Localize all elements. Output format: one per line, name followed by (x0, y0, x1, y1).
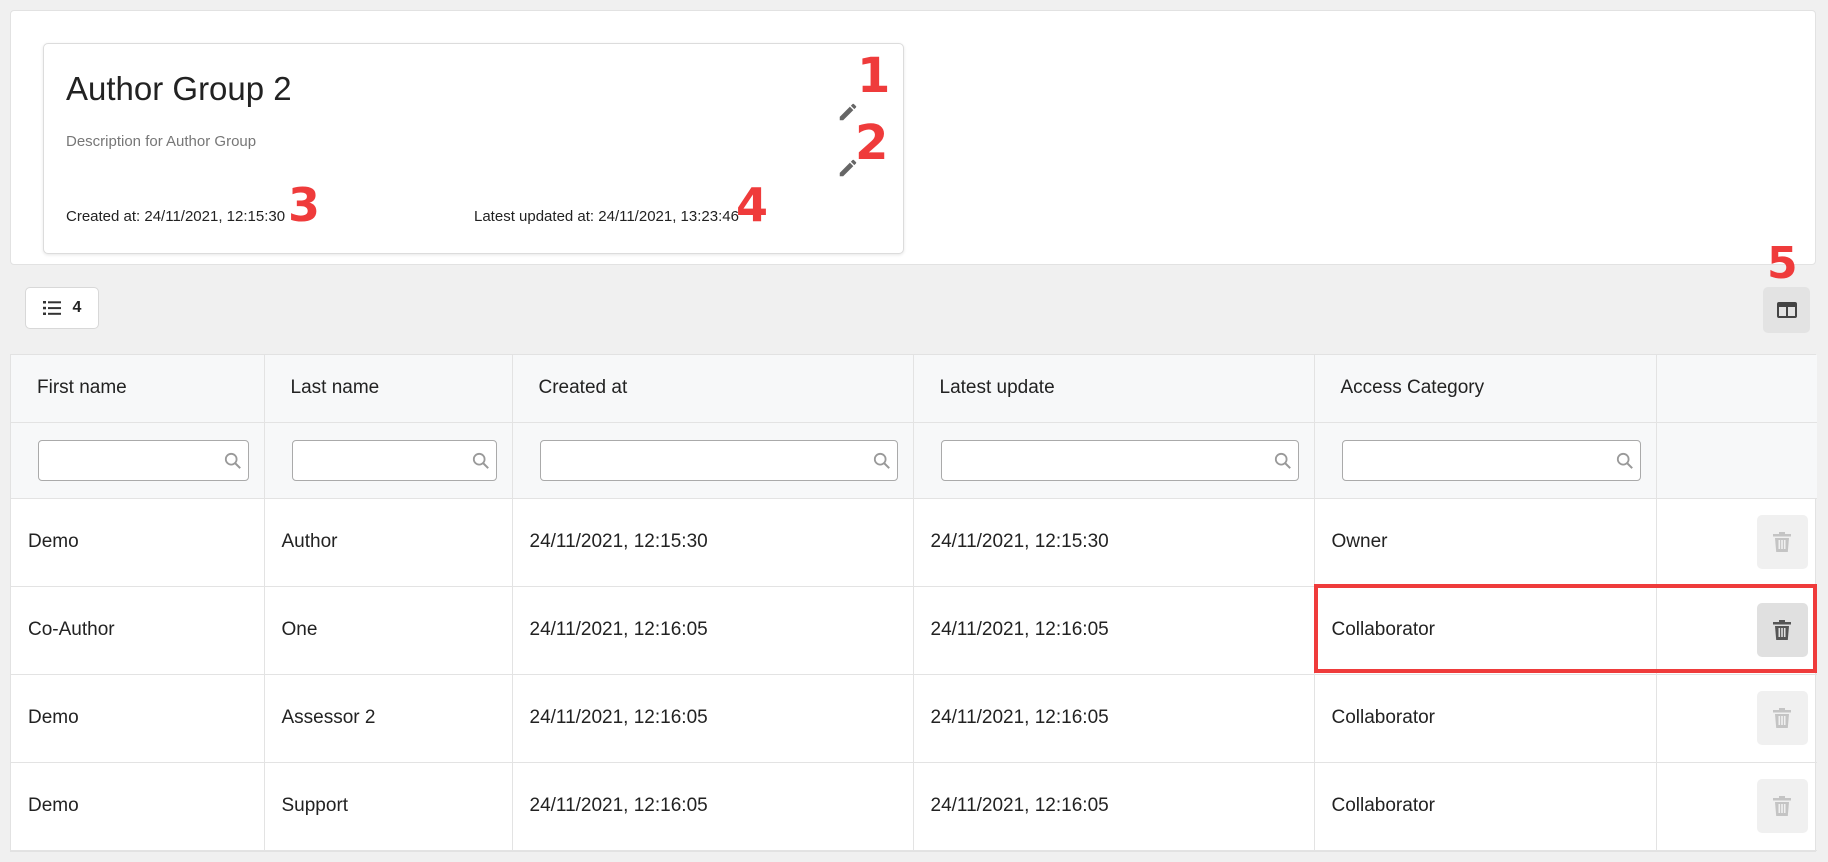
group-card: Author Group 2 Description for Author Gr… (43, 43, 904, 254)
trash-icon (1773, 620, 1791, 640)
table-row: Demo Support 24/11/2021, 12:16:05 24/11/… (11, 762, 1817, 851)
table-header-row: First name Last name Created at Latest u… (11, 355, 1817, 423)
column-header-latest-update[interactable]: Latest update (913, 355, 1315, 423)
cell-latest-update: 24/11/2021, 12:16:05 (913, 674, 1315, 763)
last-name-filter[interactable] (291, 439, 497, 481)
access-category-filter[interactable] (1341, 439, 1641, 481)
cell-first-name: Demo (11, 762, 265, 851)
cell-last-name: Author (264, 498, 513, 587)
search-icon (1616, 452, 1633, 469)
delete-button[interactable] (1756, 779, 1808, 833)
cell-last-name: Assessor 2 (264, 674, 513, 763)
cell-last-name: Support (264, 762, 513, 851)
group-details-panel: Author Group 2 Description for Author Gr… (10, 10, 1816, 265)
cell-access-category: Owner (1314, 498, 1657, 587)
list-icon (42, 301, 61, 315)
cell-created-at: 24/11/2021, 12:15:30 (512, 498, 914, 587)
table-row: Demo Assessor 2 24/11/2021, 12:16:05 24/… (11, 674, 1817, 763)
first-name-filter[interactable] (38, 439, 249, 481)
latest-update-filter[interactable] (940, 439, 1299, 481)
cell-last-name: One (264, 586, 513, 675)
cell-actions (1656, 586, 1817, 675)
row-count-button[interactable]: 4 (25, 287, 99, 329)
column-toggle-button[interactable] (1763, 287, 1810, 333)
cell-created-at: 24/11/2021, 12:16:05 (512, 586, 914, 675)
cell-access-category: Collaborator (1314, 762, 1657, 851)
delete-button[interactable] (1756, 603, 1808, 657)
search-icon (1274, 452, 1291, 469)
delete-button[interactable] (1756, 515, 1808, 569)
latest-update-filter-input[interactable] (941, 440, 1298, 480)
delete-button[interactable] (1756, 691, 1808, 745)
search-icon (224, 452, 241, 469)
trash-icon (1773, 796, 1791, 816)
first-name-filter-input[interactable] (39, 440, 248, 480)
callout-2: 2 (855, 115, 889, 171)
cell-access-category: Collaborator (1314, 586, 1657, 675)
group-title: Author Group 2 (66, 70, 292, 107)
filter-empty-cell (1656, 422, 1817, 499)
cell-created-at: 24/11/2021, 12:16:05 (512, 762, 914, 851)
columns-icon (1776, 302, 1797, 318)
trash-icon (1773, 708, 1791, 728)
cell-latest-update: 24/11/2021, 12:16:05 (913, 586, 1315, 675)
cell-latest-update: 24/11/2021, 12:16:05 (913, 762, 1315, 851)
column-header-access-category[interactable]: Access Category (1314, 355, 1657, 423)
column-header-first-name[interactable]: First name (11, 355, 265, 423)
cell-actions (1656, 498, 1817, 587)
table-row: Demo Author 24/11/2021, 12:15:30 24/11/2… (11, 498, 1817, 587)
cell-actions (1656, 762, 1817, 851)
search-icon (472, 452, 489, 469)
cell-first-name: Co-Author (11, 586, 265, 675)
table-row: Co-Author One 24/11/2021, 12:16:05 24/11… (11, 586, 1817, 675)
callout-3: 3 (288, 178, 321, 232)
search-icon (873, 452, 890, 469)
last-name-filter-input[interactable] (292, 440, 496, 480)
column-header-actions (1656, 355, 1817, 423)
access-category-filter-input[interactable] (1342, 440, 1640, 480)
cell-access-category: Collaborator (1314, 674, 1657, 763)
group-description: Description for Author Group (66, 133, 257, 150)
column-header-created-at[interactable]: Created at (512, 355, 914, 423)
cell-first-name: Demo (11, 674, 265, 763)
created-at-filter-input[interactable] (540, 440, 897, 480)
created-at-text: Created at: 24/11/2021, 12:15:30 (66, 208, 286, 225)
members-table: First name Last name Created at Latest u… (10, 354, 1817, 852)
cell-first-name: Demo (11, 498, 265, 587)
column-header-last-name[interactable]: Last name (264, 355, 513, 423)
row-count: 4 (72, 299, 82, 316)
created-at-filter[interactable] (539, 439, 898, 481)
cell-latest-update: 24/11/2021, 12:15:30 (913, 498, 1315, 587)
callout-5: 5 (1767, 238, 1798, 289)
filter-row (11, 422, 1817, 499)
callout-1: 1 (857, 48, 891, 104)
cell-actions (1656, 674, 1817, 763)
updated-at-text: Latest updated at: 24/11/2021, 13:23:46 (474, 208, 739, 225)
trash-icon (1773, 532, 1791, 552)
callout-4: 4 (736, 178, 769, 232)
cell-created-at: 24/11/2021, 12:16:05 (512, 674, 914, 763)
